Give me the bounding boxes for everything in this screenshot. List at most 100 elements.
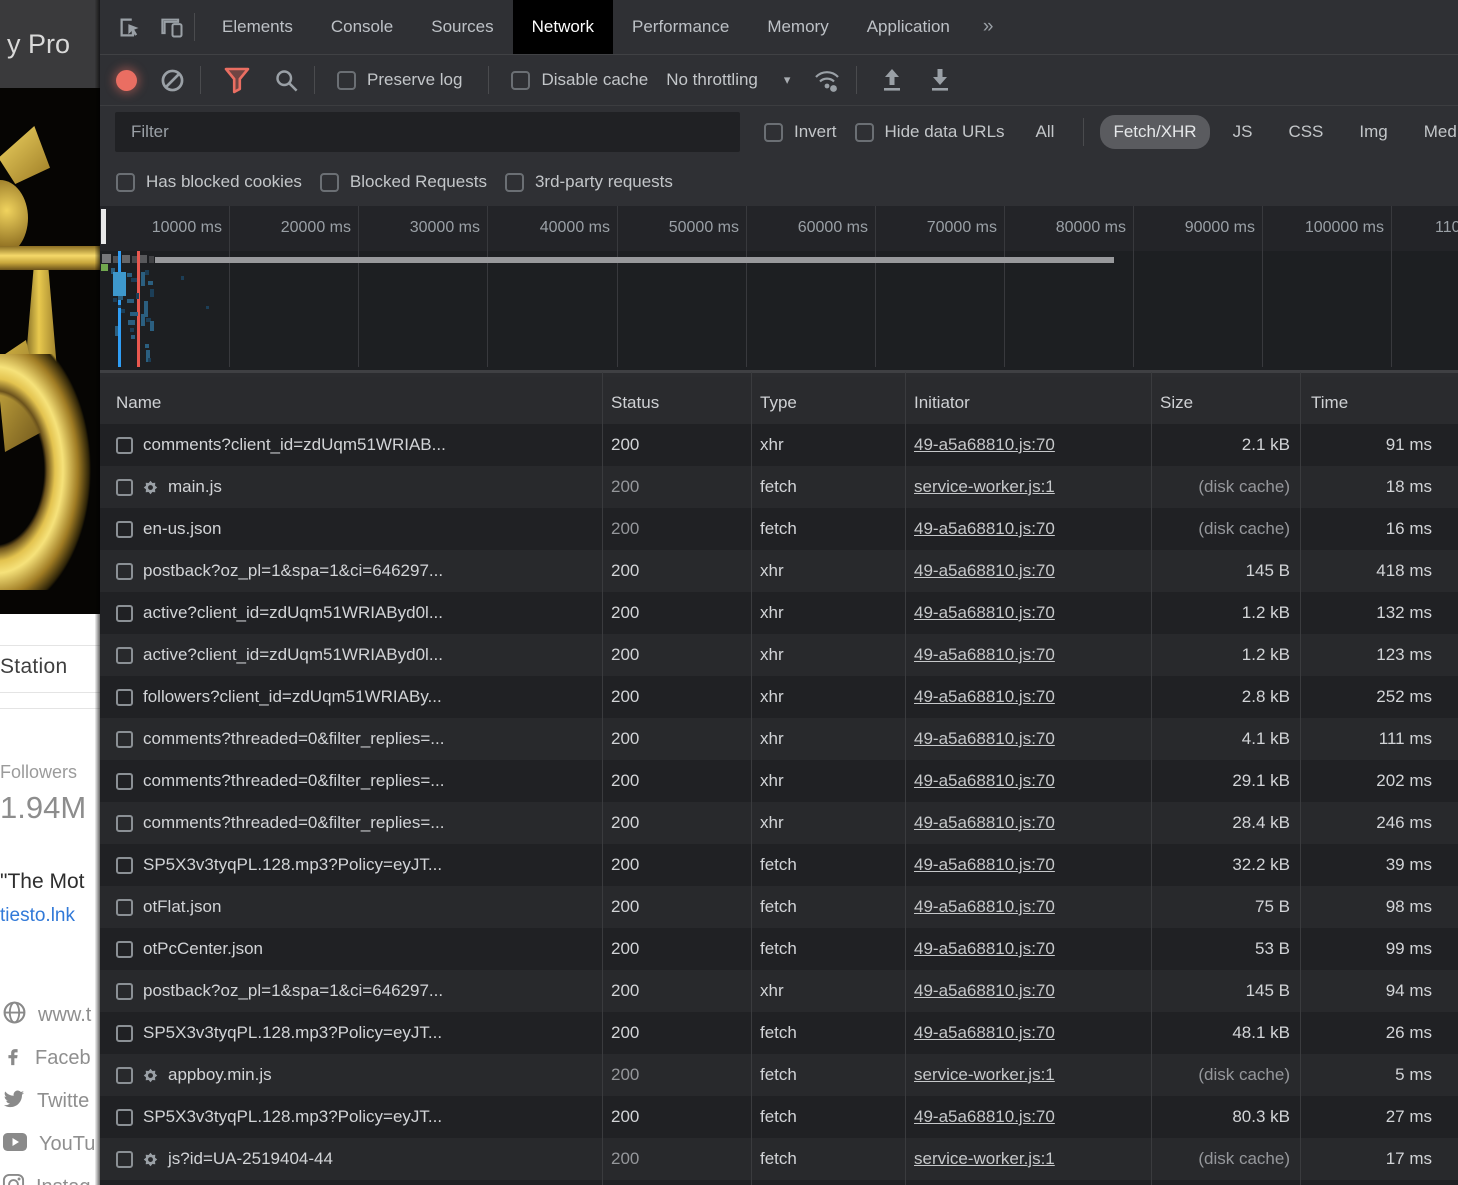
row-checkbox[interactable] bbox=[116, 857, 133, 874]
hide-data-urls-checkbox[interactable] bbox=[855, 123, 874, 142]
row-checkbox[interactable] bbox=[116, 1025, 133, 1042]
tab-performance[interactable]: Performance bbox=[613, 0, 748, 54]
filter-pill-css[interactable]: CSS bbox=[1275, 115, 1336, 149]
column-header-name[interactable]: Name bbox=[116, 377, 161, 428]
tab-network[interactable]: Network bbox=[513, 0, 613, 54]
initiator-link[interactable]: 49-a5a68810.js:70 bbox=[914, 844, 1055, 886]
row-checkbox[interactable] bbox=[116, 605, 133, 622]
row-checkbox[interactable] bbox=[116, 689, 133, 706]
table-row[interactable]: comments?threaded=0&filter_replies=... 2… bbox=[100, 802, 1458, 844]
tab-elements[interactable]: Elements bbox=[203, 0, 312, 54]
filter-icon[interactable] bbox=[223, 65, 251, 95]
chevron-down-icon[interactable]: ▾ bbox=[784, 72, 791, 88]
table-row[interactable]: SP5X3v3tyqPL.128.mp3?Policy=eyJT... 200 … bbox=[100, 844, 1458, 886]
tab-application[interactable]: Application bbox=[848, 0, 969, 54]
table-row[interactable]: followers?client_id=zdUqm51WRIABy... 200… bbox=[100, 676, 1458, 718]
blocked-requests-checkbox[interactable] bbox=[320, 173, 339, 192]
table-row[interactable]: js?id=UA-2519404-44 200 fetch service-wo… bbox=[100, 1138, 1458, 1180]
row-checkbox[interactable] bbox=[116, 647, 133, 664]
social-link-twitter[interactable]: Twitte bbox=[0, 1080, 100, 1123]
social-link-facebook[interactable]: Faceb bbox=[0, 1037, 100, 1080]
clear-icon[interactable] bbox=[159, 67, 186, 94]
table-row[interactable]: main.js 200 fetch service-worker.js:1 (d… bbox=[100, 466, 1458, 508]
social-link-globe[interactable]: www.t bbox=[0, 994, 100, 1037]
timeline-handle[interactable] bbox=[101, 209, 106, 244]
initiator-link[interactable]: 49-a5a68810.js:70 bbox=[914, 718, 1055, 760]
3rd-party-requests-checkbox[interactable] bbox=[505, 173, 524, 192]
tab-console[interactable]: Console bbox=[312, 0, 412, 54]
initiator-link[interactable]: 49-a5a68810.js:70 bbox=[914, 592, 1055, 634]
station-button[interactable]: Station bbox=[0, 655, 67, 679]
row-checkbox[interactable] bbox=[116, 563, 133, 580]
initiator-link[interactable]: 49-a5a68810.js:70 bbox=[914, 886, 1055, 928]
table-row[interactable]: en-us.json 200 fetch 49-a5a68810.js:70 (… bbox=[100, 508, 1458, 550]
initiator-link[interactable]: 49-a5a68810.js:70 bbox=[914, 760, 1055, 802]
row-checkbox[interactable] bbox=[116, 1151, 133, 1168]
table-row[interactable]: postback?oz_pl=1&spa=1&ci=646297... 200 … bbox=[100, 550, 1458, 592]
tab-memory[interactable]: Memory bbox=[748, 0, 847, 54]
row-checkbox[interactable] bbox=[116, 437, 133, 454]
throttling-select[interactable]: No throttling bbox=[666, 70, 758, 90]
column-resize-handle[interactable] bbox=[905, 372, 906, 1185]
initiator-link[interactable]: 49-a5a68810.js:70 bbox=[914, 676, 1055, 718]
initiator-link[interactable]: 49-a5a68810.js:70 bbox=[914, 550, 1055, 592]
table-row[interactable]: comments?client_id=zdUqm51WRIAB... 200 x… bbox=[100, 424, 1458, 466]
initiator-link[interactable]: 49-a5a68810.js:70 bbox=[914, 970, 1055, 1012]
table-row[interactable]: SP5X3v3tyqPL.128.mp3?Policy=eyJT... 200 … bbox=[100, 1096, 1458, 1138]
search-icon[interactable] bbox=[273, 67, 300, 94]
table-row[interactable]: otPcCenter.json 200 fetch 49-a5a68810.js… bbox=[100, 928, 1458, 970]
table-row[interactable]: appboy.min.js 200 fetch service-worker.j… bbox=[100, 1054, 1458, 1096]
table-row[interactable]: active?client_id=zdUqm51WRIAByd0l... 200… bbox=[100, 592, 1458, 634]
column-resize-handle[interactable] bbox=[1300, 372, 1301, 1185]
network-overview[interactable]: 10000 ms20000 ms30000 ms40000 ms50000 ms… bbox=[100, 206, 1458, 373]
column-header-size[interactable]: Size bbox=[1160, 377, 1193, 428]
row-checkbox[interactable] bbox=[116, 773, 133, 790]
tab-sources[interactable]: Sources bbox=[412, 0, 512, 54]
initiator-link[interactable]: 49-a5a68810.js:70 bbox=[914, 1096, 1055, 1138]
initiator-link[interactable]: 49-a5a68810.js:70 bbox=[914, 928, 1055, 970]
row-checkbox[interactable] bbox=[116, 815, 133, 832]
row-checkbox[interactable] bbox=[116, 899, 133, 916]
table-row[interactable]: SP5X3v3tyqPL.128.mp3?Policy=eyJT... 200 … bbox=[100, 1012, 1458, 1054]
network-conditions-icon[interactable] bbox=[812, 66, 842, 94]
table-row[interactable]: active?client_id=zdUqm51WRIAByd0l... 200… bbox=[100, 634, 1458, 676]
has-blocked-cookies-checkbox[interactable] bbox=[116, 173, 135, 192]
invert-checkbox[interactable] bbox=[764, 123, 783, 142]
row-checkbox[interactable] bbox=[116, 941, 133, 958]
row-checkbox[interactable] bbox=[116, 1067, 133, 1084]
row-checkbox[interactable] bbox=[116, 479, 133, 496]
table-row[interactable]: postback?oz_pl=1&spa=1&ci=646297... 200 … bbox=[100, 970, 1458, 1012]
export-har-icon[interactable] bbox=[927, 66, 953, 94]
row-checkbox[interactable] bbox=[116, 521, 133, 538]
row-checkbox[interactable] bbox=[116, 731, 133, 748]
column-header-initiator[interactable]: Initiator bbox=[914, 377, 970, 428]
row-checkbox[interactable] bbox=[116, 1109, 133, 1126]
initiator-link[interactable]: 49-a5a68810.js:70 bbox=[914, 634, 1055, 676]
initiator-link[interactable]: 49-a5a68810.js:70 bbox=[914, 424, 1055, 466]
initiator-link[interactable]: 49-a5a68810.js:70 bbox=[914, 802, 1055, 844]
column-resize-handle[interactable] bbox=[602, 372, 603, 1185]
filter-pill-media[interactable]: Media bbox=[1411, 115, 1458, 149]
filter-pill-js[interactable]: JS bbox=[1220, 115, 1266, 149]
filter-pill-all[interactable]: All bbox=[1023, 115, 1068, 149]
more-tabs-button[interactable]: » bbox=[969, 0, 1008, 54]
initiator-link[interactable]: service-worker.js:1 bbox=[914, 466, 1055, 508]
filter-pill-fetchxhr[interactable]: Fetch/XHR bbox=[1100, 115, 1209, 149]
table-row[interactable]: comments?threaded=0&filter_replies=... 2… bbox=[100, 718, 1458, 760]
initiator-link[interactable]: service-worker.js:1 bbox=[914, 1138, 1055, 1180]
column-resize-handle[interactable] bbox=[751, 372, 752, 1185]
record-button[interactable] bbox=[116, 70, 137, 91]
import-har-icon[interactable] bbox=[879, 66, 905, 94]
initiator-link[interactable]: service-worker.js:1 bbox=[914, 1054, 1055, 1096]
filter-pill-img[interactable]: Img bbox=[1346, 115, 1400, 149]
column-resize-handle[interactable] bbox=[1151, 372, 1152, 1185]
initiator-link[interactable]: 49-a5a68810.js:70 bbox=[914, 508, 1055, 550]
device-toolbar-icon[interactable] bbox=[159, 14, 186, 41]
preserve-log-checkbox[interactable] bbox=[337, 71, 356, 90]
social-link-youtube[interactable]: YouTu bbox=[0, 1123, 100, 1166]
column-header-time[interactable]: Time bbox=[1311, 377, 1348, 428]
column-header-type[interactable]: Type bbox=[760, 377, 797, 428]
filter-input[interactable]: Filter bbox=[115, 112, 740, 152]
initiator-link[interactable]: 49-a5a68810.js:70 bbox=[914, 1012, 1055, 1054]
row-checkbox[interactable] bbox=[116, 983, 133, 1000]
